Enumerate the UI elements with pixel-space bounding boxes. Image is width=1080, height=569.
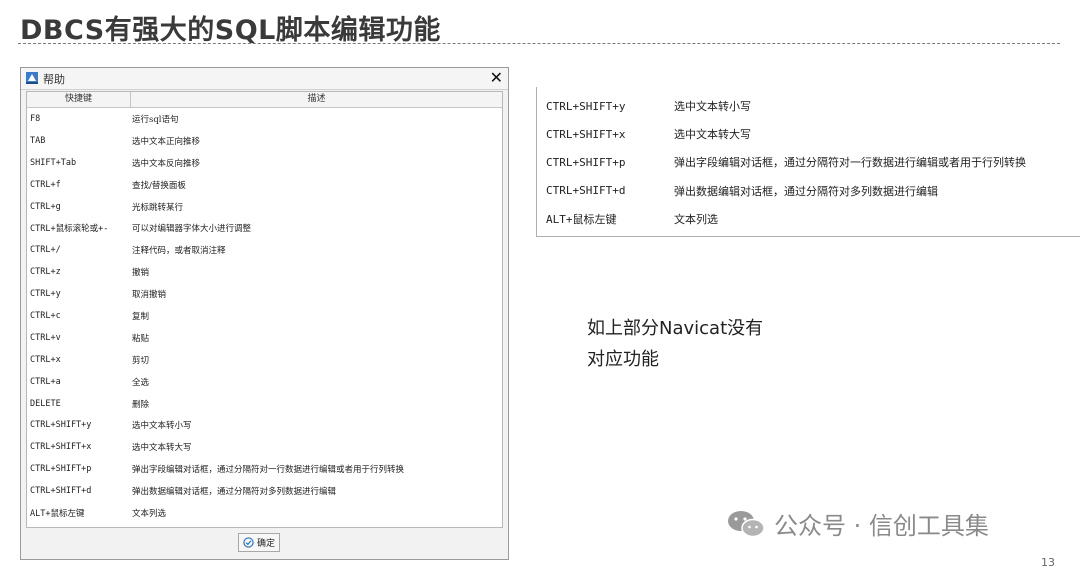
table-shortcut-cell: CTRL+v xyxy=(30,332,61,343)
zoomed-row[interactable]: CTRL+SHIFT+p 弹出字段编辑对话框，通过分隔符对一行数据进行编辑或者用于… xyxy=(537,148,1080,176)
table-row[interactable]: CTRL+鼠标滚轮或+- 可以对编辑器字体大小进行调整 xyxy=(27,217,502,239)
zoomed-shortcut-cell: CTRL+SHIFT+y xyxy=(546,99,626,113)
watermark-text: 公众号 · 信创工具集 xyxy=(774,512,989,540)
table-row[interactable]: CTRL+SHIFT+x 选中文本转大写 xyxy=(27,436,502,458)
table-row[interactable]: CTRL+y 取消撤销 xyxy=(27,283,502,305)
table-description-cell: 粘贴 xyxy=(132,333,150,344)
wechat-icon xyxy=(728,510,765,537)
zoomed-row[interactable]: CTRL+SHIFT+y 选中文本转小写 xyxy=(537,92,1080,120)
table-shortcut-cell: ALT+鼠标左键 xyxy=(30,508,85,519)
table-description-cell: 选中文本反向推移 xyxy=(132,158,201,169)
zoomed-description-cell: 选中文本转小写 xyxy=(674,100,751,114)
check-circle-icon xyxy=(243,537,254,548)
table-shortcut-cell: CTRL+y xyxy=(30,289,61,300)
table-row[interactable]: F8 运行sql语句 xyxy=(27,108,502,130)
table-row[interactable]: CTRL+a 全选 xyxy=(27,371,502,393)
zoomed-description-cell: 选中文本转大写 xyxy=(674,128,751,142)
table-shortcut-cell: CTRL+a xyxy=(30,376,61,387)
table-description-cell: 取消撤销 xyxy=(132,290,167,301)
table-row[interactable]: CTRL+x 剪切 xyxy=(27,349,502,371)
table-description-cell: 删除 xyxy=(132,399,150,410)
zoomed-description-cell: 弹出数据编辑对话框，通过分隔符对多列数据进行编辑 xyxy=(674,184,938,198)
table-body: F8 运行sql语句 TAB 选中文本正向推移 SHIFT+Tab 选中文本反向推移 CTR… xyxy=(27,108,502,524)
table-header: 快捷键 描述 xyxy=(27,92,502,108)
table-shortcut-cell: CTRL+z xyxy=(30,267,61,278)
comparison-note: 如上部分Navicat没有 对应功能 xyxy=(587,313,763,375)
zoomed-row[interactable]: CTRL+SHIFT+x 选中文本转大写 xyxy=(537,120,1080,148)
table-description-cell: 撤销 xyxy=(132,268,150,279)
table-row[interactable]: CTRL+SHIFT+d 弹出数据编辑对话框，通过分隔符对多列数据进行编辑 xyxy=(27,480,502,502)
table-description-cell: 查找/替换面板 xyxy=(132,180,186,191)
table-description-cell: 选中文本转小写 xyxy=(132,421,192,432)
header-shortcut[interactable]: 快捷键 xyxy=(27,92,131,107)
zoomed-shortcut-cell: CTRL+SHIFT+x xyxy=(546,127,626,141)
table-description-cell: 全选 xyxy=(132,377,150,388)
dialog-titlebar: 帮助 ✕ xyxy=(21,68,508,90)
table-row[interactable]: ALT+鼠标左键 文本列选 xyxy=(27,502,502,524)
table-description-cell: 可以对编辑器字体大小进行调整 xyxy=(132,224,252,235)
table-row[interactable]: CTRL+z 撤销 xyxy=(27,261,502,283)
page-number: 13 xyxy=(1041,556,1055,569)
title-divider xyxy=(18,43,1060,44)
table-shortcut-cell: CTRL+SHIFT+x xyxy=(30,442,92,453)
table-shortcut-cell: CTRL+SHIFT+y xyxy=(30,420,92,431)
zoomed-row[interactable]: CTRL+SHIFT+d 弹出数据编辑对话框，通过分隔符对多列数据进行编辑 xyxy=(537,177,1080,205)
slide-title: DBCS有强大的SQL脚本编辑功能 xyxy=(20,15,441,46)
close-icon[interactable]: ✕ xyxy=(490,68,503,88)
table-description-cell: 运行sql语句 xyxy=(132,114,179,125)
zoomed-shortcut-cell: CTRL+SHIFT+d xyxy=(546,184,626,198)
table-row[interactable]: CTRL+c 复制 xyxy=(27,305,502,327)
table-shortcut-cell: CTRL+x xyxy=(30,354,61,365)
dialog-title: 帮助 xyxy=(43,73,65,86)
table-shortcut-cell: TAB xyxy=(30,135,46,146)
zoomed-shortcut-cell: ALT+鼠标左键 xyxy=(546,212,617,226)
table-shortcut-cell: CTRL+SHIFT+d xyxy=(30,486,92,497)
table-description-cell: 文本列选 xyxy=(132,508,167,519)
help-dialog: 帮助 ✕ 快捷键 描述 F8 运行sql语句 TAB 选中文本正向推移 SHIFT+Ta… xyxy=(20,67,509,560)
table-row[interactable]: CTRL+SHIFT+p 弹出字段编辑对话框，通过分隔符对一行数据进行编辑或者用于… xyxy=(27,458,502,480)
zoomed-shortcut-table: CTRL+SHIFT+y 选中文本转小写 CTRL+SHIFT+x 选中文本转大写 CT… xyxy=(536,87,1080,237)
table-shortcut-cell: CTRL+f xyxy=(30,179,61,190)
zoomed-description-cell: 弹出字段编辑对话框，通过分隔符对一行数据进行编辑或者用于行列转换 xyxy=(674,156,1026,170)
table-row[interactable]: CTRL+v 粘贴 xyxy=(27,327,502,349)
table-description-cell: 注释代码，或者取消注释 xyxy=(132,246,226,257)
table-shortcut-cell: CTRL+c xyxy=(30,310,61,321)
table-description-cell: 弹出数据编辑对话框，通过分隔符对多列数据进行编辑 xyxy=(132,487,337,498)
zoomed-description-cell: 文本列选 xyxy=(674,212,718,226)
table-row[interactable]: CTRL+/ 注释代码，或者取消注释 xyxy=(27,239,502,261)
shortcut-table: 快捷键 描述 F8 运行sql语句 TAB 选中文本正向推移 SHIFT+Tab 选中文本… xyxy=(26,91,503,528)
dbcs-logo-icon xyxy=(26,72,38,84)
table-row[interactable]: CTRL+f 查找/替换面板 xyxy=(27,174,502,196)
note-line-1: 如上部分Navicat没有 xyxy=(587,318,764,339)
table-row[interactable]: CTRL+SHIFT+y 选中文本转小写 xyxy=(27,414,502,436)
watermark: 公众号 · 信创工具集 xyxy=(726,506,989,541)
table-description-cell: 光标跳转某行 xyxy=(132,202,184,213)
zoomed-table-body: CTRL+SHIFT+y 选中文本转小写 CTRL+SHIFT+x 选中文本转大写 CT… xyxy=(537,92,1080,233)
zoomed-shortcut-cell: CTRL+SHIFT+p xyxy=(546,155,626,169)
note-line-2: 对应功能 xyxy=(587,349,659,370)
table-shortcut-cell: CTRL+鼠标滚轮或+- xyxy=(30,224,109,235)
table-shortcut-cell: CTRL+/ xyxy=(30,245,61,256)
table-shortcut-cell: DELETE xyxy=(30,398,61,409)
table-description-cell: 剪切 xyxy=(132,355,150,366)
zoomed-row[interactable]: ALT+鼠标左键 文本列选 xyxy=(537,205,1080,233)
table-row[interactable]: TAB 选中文本正向推移 xyxy=(27,130,502,152)
table-shortcut-cell: CTRL+SHIFT+p xyxy=(30,464,92,475)
table-row[interactable]: CTRL+g 光标跳转某行 xyxy=(27,196,502,218)
ok-label: 确定 xyxy=(256,539,275,549)
table-description-cell: 选中文本转大写 xyxy=(132,443,192,454)
header-description[interactable]: 描述 xyxy=(131,92,502,107)
ok-button[interactable]: 确定 xyxy=(238,533,280,552)
table-description-cell: 选中文本正向推移 xyxy=(132,136,201,147)
table-description-cell: 复制 xyxy=(132,311,150,322)
table-row[interactable]: SHIFT+Tab 选中文本反向推移 xyxy=(27,152,502,174)
table-shortcut-cell: F8 xyxy=(30,113,41,124)
table-row[interactable]: DELETE 删除 xyxy=(27,393,502,415)
table-shortcut-cell: CTRL+g xyxy=(30,201,61,212)
table-shortcut-cell: SHIFT+Tab xyxy=(30,157,77,168)
table-description-cell: 弹出字段编辑对话框，通过分隔符对一行数据进行编辑或者用于行列转换 xyxy=(132,465,405,476)
